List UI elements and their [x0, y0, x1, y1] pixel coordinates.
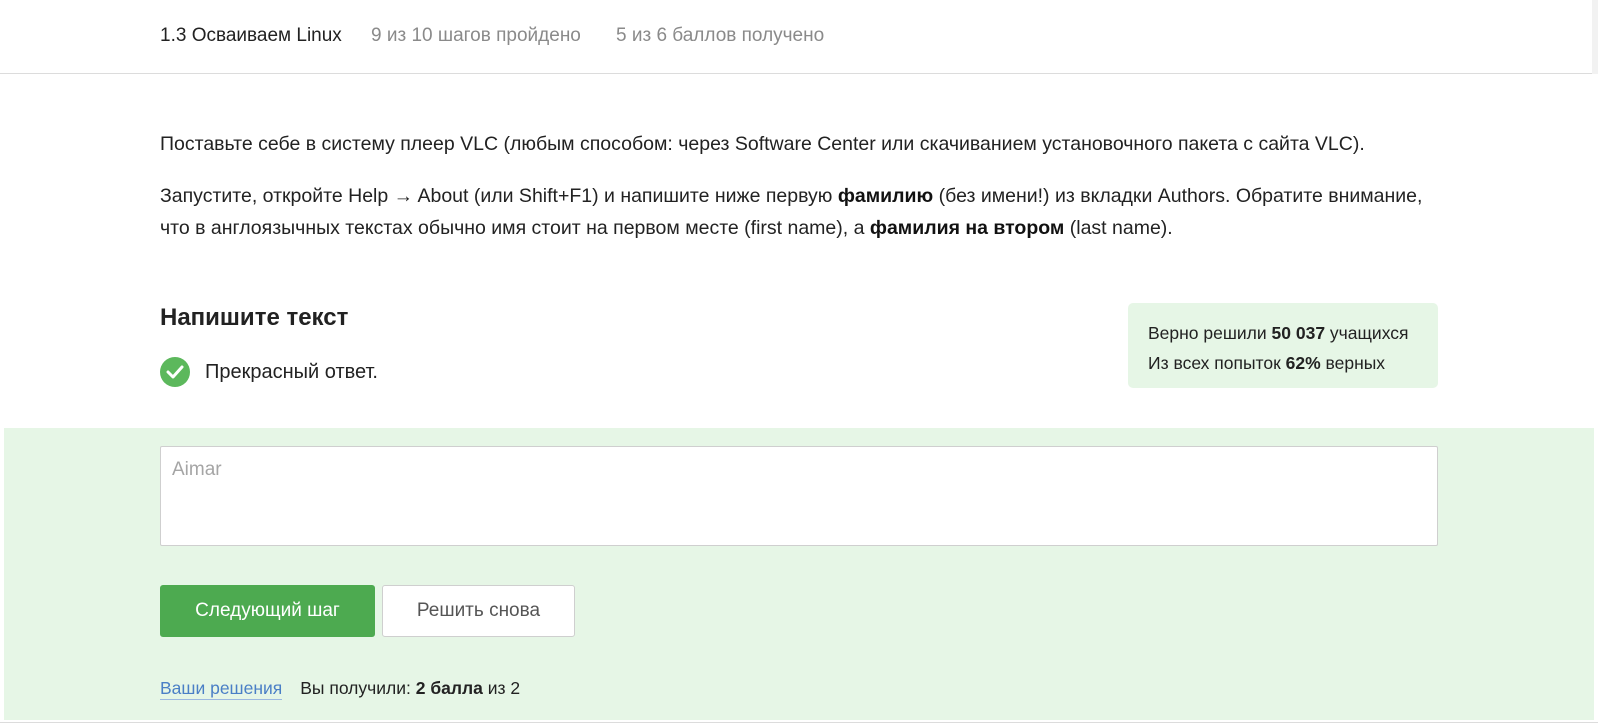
answer-textarea[interactable]: Aimar	[160, 446, 1438, 546]
stats-text: Верно решили	[1148, 323, 1272, 343]
score-info: Вы получили: 2 балла из 2	[300, 678, 520, 700]
score-text: Вы получили:	[300, 678, 416, 698]
divider	[0, 722, 1598, 723]
stats-text: верных	[1320, 353, 1386, 373]
answer-status: Прекрасный ответ.	[160, 356, 378, 388]
status-message: Прекрасный ответ.	[205, 360, 378, 383]
lesson-title[interactable]: 1.3 Осваиваем Linux	[160, 25, 342, 47]
attempts-line: Из всех попыток 62% верных	[1148, 348, 1418, 378]
retry-button[interactable]: Решить снова	[382, 585, 575, 637]
next-step-button[interactable]: Следующий шаг	[160, 585, 375, 637]
task-description: Поставьте себе в систему плеер VLC (любы…	[160, 128, 1440, 264]
task-text: (last name).	[1064, 217, 1173, 239]
task-text: Запустите, откройте Help → About (или Sh…	[160, 185, 838, 207]
task-emphasis: фамилию	[837, 185, 934, 207]
lesson-header: 1.3 Осваиваем Linux 9 из 10 шагов пройде…	[0, 0, 1598, 74]
submission-footer: Ваши решения Вы получили: 2 балла из 2	[160, 678, 520, 700]
quiz-title: Напишите текст	[160, 304, 349, 331]
solve-stats: Верно решили 50 037 учащихся Из всех поп…	[1128, 303, 1438, 388]
your-solutions-link[interactable]: Ваши решения	[160, 678, 283, 700]
solved-count: 50 037	[1271, 323, 1326, 343]
score-value: 2 балла	[415, 678, 483, 698]
task-emphasis: фамилия на втором	[869, 217, 1065, 239]
task-paragraph-2: Запустите, откройте Help → About (или Sh…	[160, 180, 1440, 244]
check-circle-icon	[160, 357, 190, 387]
task-paragraph-1: Поставьте себе в систему плеер VLC (любы…	[160, 133, 1365, 155]
scrollbar[interactable]	[1592, 0, 1598, 74]
points-progress: 5 из 6 баллов получено	[616, 25, 825, 46]
stats-text: Из всех попыток	[1148, 353, 1286, 373]
attempts-percent: 62%	[1285, 353, 1321, 373]
steps-progress: 9 из 10 шагов пройдено	[371, 25, 581, 46]
solved-count-line: Верно решили 50 037 учащихся	[1148, 318, 1418, 348]
score-text: из 2	[482, 678, 521, 698]
stats-text: учащихся	[1325, 323, 1409, 343]
